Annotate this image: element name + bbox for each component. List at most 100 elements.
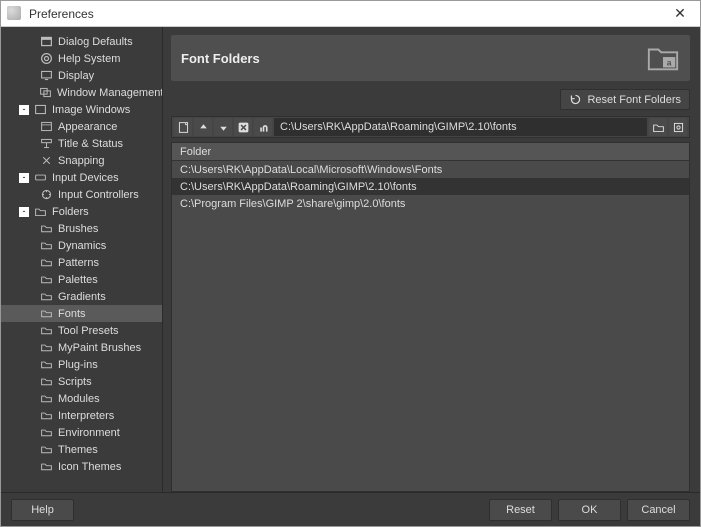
sidebar-item-display[interactable]: Display [1,67,162,84]
folder-icon [39,460,53,473]
window-icon [39,86,52,99]
folder-icon [39,290,53,303]
sidebar-item-interpreters[interactable]: Interpreters [1,407,162,424]
content-title: Font Folders [181,51,646,66]
sidebar-item-help-system[interactable]: Help System [1,50,162,67]
folder-list-row[interactable]: C:\Users\RK\AppData\Local\Microsoft\Wind… [172,161,689,178]
new-folder-button[interactable] [174,118,192,136]
sidebar-item-label: Snapping [58,155,105,167]
sidebar-item-window-management[interactable]: Window Management [1,84,162,101]
folder-path-input[interactable]: C:\Users\RK\AppData\Roaming\GIMP\2.10\fo… [274,118,647,136]
sidebar-item-label: Environment [58,427,120,439]
reset-font-folders-button[interactable]: Reset Font Folders [560,89,690,110]
folder-icon [39,358,53,371]
sidebar-group-input-devices[interactable]: - Input Devices [1,169,162,186]
folder-list-header[interactable]: Folder [172,143,689,161]
sidebar-item-label: Icon Themes [58,461,121,473]
content-panel: Font Folders a Reset Font Folders [163,27,700,492]
folder-list-row[interactable]: C:\Users\RK\AppData\Roaming\GIMP\2.10\fo… [172,178,689,195]
move-up-button[interactable] [194,118,212,136]
sidebar-item-gradients[interactable]: Gradients [1,288,162,305]
sidebar-item-brushes[interactable]: Brushes [1,220,162,237]
display-icon [39,69,53,82]
sidebar-item-label: Modules [58,393,100,405]
sidebar-item-label: Input Controllers [58,189,139,201]
sidebar-item-label: Plug-ins [58,359,98,371]
folder-icon [39,239,53,252]
folder-icon [39,273,53,286]
writable-indicator-icon[interactable] [254,118,272,136]
sidebar-item-mypaint-brushes[interactable]: MyPaint Brushes [1,339,162,356]
reset-button[interactable]: Reset [489,499,552,521]
delete-folder-button[interactable] [234,118,252,136]
cancel-button[interactable]: Cancel [627,499,690,521]
svg-text:a: a [667,58,672,68]
window-title: Preferences [1,7,94,21]
sidebar-item-snapping[interactable]: Snapping [1,152,162,169]
folder-icon [39,307,53,320]
titlebar: Preferences ✕ [1,1,700,27]
sidebar-item-label: Window Management [57,87,163,99]
sidebar-group-folders[interactable]: - Folders [1,203,162,220]
collapse-toggle-icon[interactable]: - [19,105,29,115]
image-windows-icon [33,103,47,116]
move-down-button[interactable] [214,118,232,136]
sidebar-item-title-status[interactable]: Title & Status [1,135,162,152]
sidebar-item-label: Appearance [58,121,117,133]
sidebar-item-label: Gradients [58,291,106,303]
sidebar-item-modules[interactable]: Modules [1,390,162,407]
sidebar-item-label: Display [58,70,94,82]
sidebar-item-themes[interactable]: Themes [1,441,162,458]
sidebar-item-appearance[interactable]: Appearance [1,118,162,135]
sidebar-item-icon-themes[interactable]: Icon Themes [1,458,162,475]
input-devices-icon [33,171,47,184]
folder-icon [39,392,53,405]
folder-toolbar: C:\Users\RK\AppData\Roaming\GIMP\2.10\fo… [171,116,690,138]
reset-button-label: Reset Font Folders [587,94,681,106]
sidebar-item-label: Fonts [58,308,86,320]
folder-icon [39,443,53,456]
sidebar-item-fonts[interactable]: Fonts [1,305,162,322]
sidebar-item-label: Dynamics [58,240,106,252]
sidebar-group-label: Input Devices [52,172,119,184]
sidebar-group-image-windows[interactable]: - Image Windows [1,101,162,118]
sidebar-item-label: Title & Status [58,138,123,150]
folder-icon [39,341,53,354]
open-in-file-manager-button[interactable] [669,118,687,136]
ok-button[interactable]: OK [558,499,621,521]
sidebar-item-tool-presets[interactable]: Tool Presets [1,322,162,339]
content-header: Font Folders a [171,35,690,81]
sidebar-item-dialog-defaults[interactable]: Dialog Defaults [1,33,162,50]
help-button[interactable]: Help [11,499,74,521]
sidebar-item-label: Patterns [58,257,99,269]
folder-icon [39,426,53,439]
sidebar-item-label: Dialog Defaults [58,36,133,48]
sidebar-item-scripts[interactable]: Scripts [1,373,162,390]
dialog-footer: Help Reset OK Cancel [1,492,700,526]
collapse-toggle-icon[interactable]: - [19,173,29,183]
sidebar-item-dynamics[interactable]: Dynamics [1,237,162,254]
sidebar-item-palettes[interactable]: Palettes [1,271,162,288]
sidebar-item-patterns[interactable]: Patterns [1,254,162,271]
browse-folder-button[interactable] [649,118,667,136]
window-body: Dialog Defaults Help System Display Wind… [1,27,700,526]
folder-list: Folder C:\Users\RK\AppData\Local\Microso… [171,142,690,492]
folder-icon [39,409,53,422]
appearance-icon [39,120,53,133]
snapping-icon [39,154,53,167]
folder-list-row[interactable]: C:\Program Files\GIMP 2\share\gimp\2.0\f… [172,195,689,212]
controllers-icon [39,188,53,201]
sidebar-item-label: Scripts [58,376,92,388]
folder-icon [39,375,53,388]
sidebar-group-label: Folders [52,206,89,218]
sidebar[interactable]: Dialog Defaults Help System Display Wind… [1,27,163,492]
window-close-button[interactable]: ✕ [660,1,700,26]
reset-icon [569,93,582,106]
sidebar-item-environment[interactable]: Environment [1,424,162,441]
font-folders-icon: a [646,41,680,75]
collapse-toggle-icon[interactable]: - [19,207,29,217]
sidebar-item-label: Brushes [58,223,98,235]
sidebar-item-input-controllers[interactable]: Input Controllers [1,186,162,203]
sidebar-item-label: Interpreters [58,410,114,422]
sidebar-item-plug-ins[interactable]: Plug-ins [1,356,162,373]
